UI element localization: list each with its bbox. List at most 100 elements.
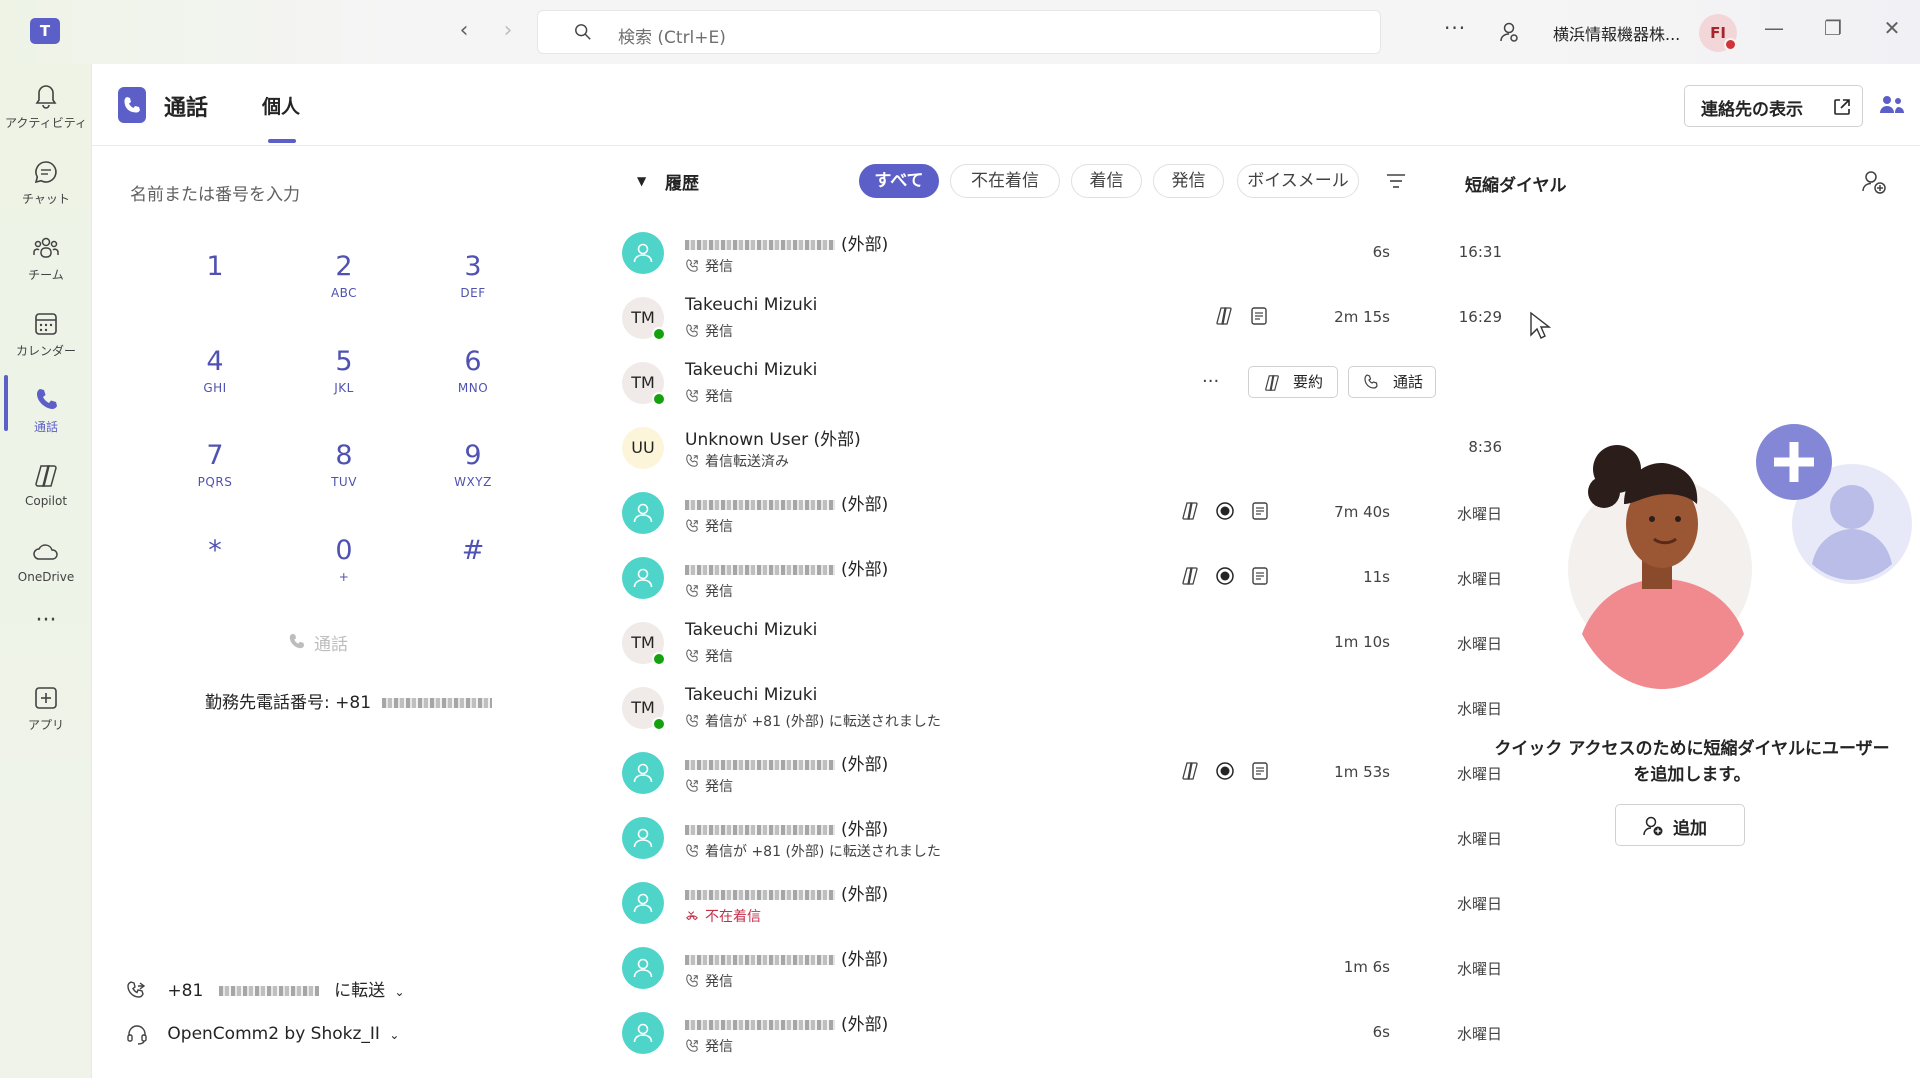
summary-button[interactable]: 要約 (1248, 366, 1338, 398)
dial-key-4[interactable]: 4 GHI (165, 345, 265, 425)
call-history-row[interactable]: TM Takeuchi Mizuki 発信 ··· 要約 通話 (622, 351, 1502, 415)
dial-call-button[interactable]: 通話 (289, 630, 348, 655)
collapse-history-icon[interactable]: ▼ (637, 174, 646, 188)
masked-name (685, 760, 835, 770)
app-rail: アクティビティ チャット チーム カレンダー 通話 Copilot OneDri… (0, 64, 92, 1078)
audio-device-setting[interactable]: OpenComm2 by Shokz_II ⌄ (126, 1023, 399, 1045)
search-icon (575, 24, 591, 40)
call-history-row[interactable]: (外部) 着信が +81 (外部) に転送されました 水曜日 (622, 806, 1502, 870)
dial-key-1[interactable]: 1 (165, 250, 265, 330)
dial-key-3[interactable]: 3 DEF (423, 250, 523, 330)
transcript-icon[interactable] (1250, 761, 1272, 783)
dial-key-9[interactable]: 9 WXYZ (423, 439, 523, 519)
rail-label: アクティビティ (5, 116, 87, 130)
rail-label: アプリ (27, 718, 64, 732)
people-icon[interactable] (1879, 94, 1905, 116)
rail-item-teams[interactable]: チーム (0, 226, 92, 294)
chevron-down-icon: ⌄ (394, 985, 405, 999)
forward-button[interactable]: › (496, 18, 520, 44)
organization-name[interactable]: 横浜情報機器株... (1553, 21, 1680, 45)
device-name: OpenComm2 by Shokz_II (167, 1024, 380, 1044)
transcript-icon[interactable] (1250, 566, 1272, 588)
call-history-row[interactable]: (外部) 発信 11s 水曜日 (622, 546, 1502, 610)
call-history-row[interactable]: (外部) 不在着信 水曜日 (622, 871, 1502, 935)
outgoing-call-icon (685, 519, 705, 535)
dial-key-2[interactable]: 2 ABC (294, 250, 394, 330)
dial-key-7[interactable]: 7 PQRS (165, 439, 265, 519)
filter-voicemail[interactable]: ボイスメール (1237, 164, 1359, 198)
rail-item-copilot[interactable]: Copilot (0, 454, 92, 522)
call-artifact-icons (1180, 501, 1285, 523)
call-detail-text: 発信 (705, 324, 733, 340)
call-history-row[interactable]: (外部) 発信 1m 6s 水曜日 (622, 936, 1502, 1000)
masked-name (685, 240, 835, 250)
dial-key-6[interactable]: 6 MNO (423, 345, 523, 425)
dial-letters: GHI (203, 381, 227, 395)
call-history-row[interactable]: TM Takeuchi Mizuki 発信 1m 10s 水曜日 (622, 611, 1502, 675)
copilot-summary-icon[interactable] (1214, 306, 1236, 328)
rail-item-onedrive[interactable]: OneDrive (0, 530, 92, 598)
call-history-row[interactable]: (外部) 発信 1m 53s 水曜日 (622, 741, 1502, 805)
dial-letters: DEF (460, 286, 486, 300)
more-options-button[interactable]: ··· (1444, 16, 1466, 40)
recording-icon[interactable] (1215, 501, 1237, 523)
rail-item-activity[interactable]: アクティビティ (0, 74, 92, 142)
call-back-button[interactable]: 通話 (1348, 366, 1436, 398)
contact-avatar: UU (622, 427, 664, 469)
transcript-icon[interactable] (1250, 501, 1272, 523)
add-app-icon (35, 687, 57, 709)
call-history-row[interactable]: (外部) 発信 6s 水曜日 (622, 1001, 1502, 1065)
minimize-button[interactable]: — (1759, 16, 1789, 40)
maximize-button[interactable]: ❐ (1818, 16, 1848, 40)
dial-key-hash[interactable]: # (423, 534, 523, 614)
rail-item-calls[interactable]: 通話 (0, 378, 92, 446)
dial-key-5[interactable]: 5 JKL (294, 345, 394, 425)
tab-personal[interactable]: 個人 (262, 92, 300, 119)
dial-key-star[interactable]: * (165, 534, 265, 614)
call-forward-setting[interactable]: +81 に転送 ⌄ (126, 976, 405, 1002)
call-time: 水曜日 (1456, 505, 1502, 523)
rail-item-calendar[interactable]: カレンダー (0, 302, 92, 370)
rail-item-chat[interactable]: チャット (0, 150, 92, 218)
copilot-summary-icon[interactable] (1180, 761, 1202, 783)
call-detail: 着信が +81 (外部) に転送されました (685, 841, 941, 861)
dial-key-0[interactable]: 0 + (294, 534, 394, 614)
dial-letters: JKL (334, 381, 354, 395)
more-apps-button[interactable]: ··· (0, 608, 92, 633)
call-detail: 発信 (685, 386, 733, 406)
back-button[interactable]: ‹ (452, 18, 476, 44)
dial-digit: # (461, 535, 485, 566)
view-contacts-button[interactable]: 連絡先の表示 (1684, 85, 1863, 127)
copilot-summary-icon[interactable] (1180, 566, 1202, 588)
close-window-button[interactable]: ✕ (1877, 16, 1907, 40)
search-box[interactable]: 検索 (Ctrl+E) (537, 10, 1381, 54)
person-settings-icon[interactable] (1497, 20, 1521, 44)
filter-outgoing[interactable]: 発信 (1153, 164, 1224, 198)
speed-dial-add-button[interactable]: 追加 (1615, 804, 1745, 846)
call-history-row[interactable]: TM Takeuchi Mizuki 発信 2m 15s 16:29 (622, 286, 1502, 350)
filter-icon[interactable] (1385, 171, 1407, 191)
chat-icon (34, 161, 57, 184)
transcript-icon[interactable] (1249, 306, 1271, 328)
row-more-button[interactable]: ··· (1202, 371, 1219, 392)
call-detail: 発信 (685, 516, 733, 536)
dial-input[interactable]: 名前または番号を入力 (130, 180, 300, 205)
add-contact-icon[interactable] (1861, 169, 1887, 195)
recording-icon[interactable] (1215, 566, 1237, 588)
filter-missed[interactable]: 不在着信 (950, 164, 1060, 198)
dial-key-8[interactable]: 8 TUV (294, 439, 394, 519)
call-history-row[interactable]: (外部) 発信 6s 16:31 (622, 221, 1502, 285)
call-detail-text: 着信転送済み (705, 454, 789, 470)
caller-name-text: Takeuchi Mizuki (685, 360, 818, 380)
call-history-row[interactable]: UU Unknown User (外部) 着信転送済み 8:36 (622, 416, 1502, 480)
call-time: 水曜日 (1456, 830, 1502, 848)
call-history-row[interactable]: (外部) 発信 7m 40s 水曜日 (622, 481, 1502, 545)
copilot-summary-icon[interactable] (1180, 501, 1202, 523)
presence-available-icon (652, 392, 666, 406)
filter-all[interactable]: すべて (859, 164, 939, 198)
recording-icon[interactable] (1215, 761, 1237, 783)
call-history-row[interactable]: TM Takeuchi Mizuki 着信が +81 (外部) に転送されました 水曜… (622, 676, 1502, 740)
filter-incoming[interactable]: 着信 (1071, 164, 1142, 198)
rail-item-apps[interactable]: アプリ (0, 676, 92, 744)
dial-digit: 4 (206, 346, 224, 377)
